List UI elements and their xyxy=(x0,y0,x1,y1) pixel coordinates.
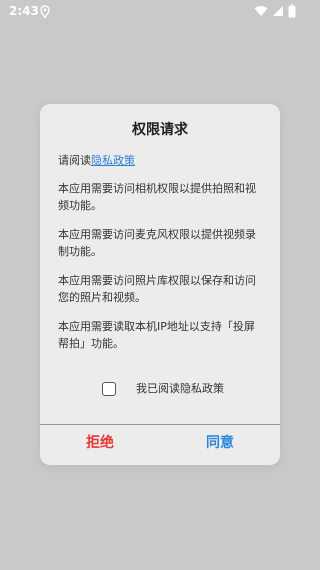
microphone-permission-text: 本应用需要访问麦克风权限以提供视频录制功能。 xyxy=(58,228,256,258)
ip-address-permission-text: 本应用需要读取本机IP地址以支持「投屏帮拍」功能。 xyxy=(58,320,255,350)
permission-dialog: 权限请求 请阅读隐私政策 本应用需要访问相机权限以提供拍照和视频功能。 本应用需… xyxy=(40,104,280,465)
status-time: 2:43 xyxy=(9,4,39,18)
privacy-policy-link[interactable]: 隐私政策 xyxy=(91,154,135,167)
cellular-signal-icon xyxy=(272,5,284,17)
intro-prefix: 请阅读 xyxy=(58,154,91,167)
status-icons xyxy=(254,4,296,18)
privacy-agreement-label[interactable]: 我已阅读隐私政策 xyxy=(136,380,224,398)
camera-permission-text: 本应用需要访问相机权限以提供拍照和视频功能。 xyxy=(58,182,256,212)
intro-text: 请阅读隐私政策 xyxy=(58,152,264,169)
refuse-button[interactable]: 拒绝 xyxy=(40,428,160,458)
battery-icon xyxy=(288,4,296,18)
agree-button[interactable]: 同意 xyxy=(160,428,280,458)
status-bar: 2:43 xyxy=(0,0,320,22)
privacy-agreement-row[interactable]: 我已阅读隐私政策 xyxy=(102,380,224,398)
dialog-body: 请阅读隐私政策 本应用需要访问相机权限以提供拍照和视频功能。 本应用需要访问麦克… xyxy=(58,152,264,364)
dialog-title: 权限请求 xyxy=(132,122,188,138)
location-icon xyxy=(40,4,50,19)
privacy-agreement-checkbox[interactable] xyxy=(102,382,116,396)
photo-library-permission-text: 本应用需要访问照片库权限以保存和访问您的照片和视频。 xyxy=(58,274,256,304)
dialog-divider xyxy=(40,424,280,425)
wifi-icon xyxy=(254,5,268,17)
